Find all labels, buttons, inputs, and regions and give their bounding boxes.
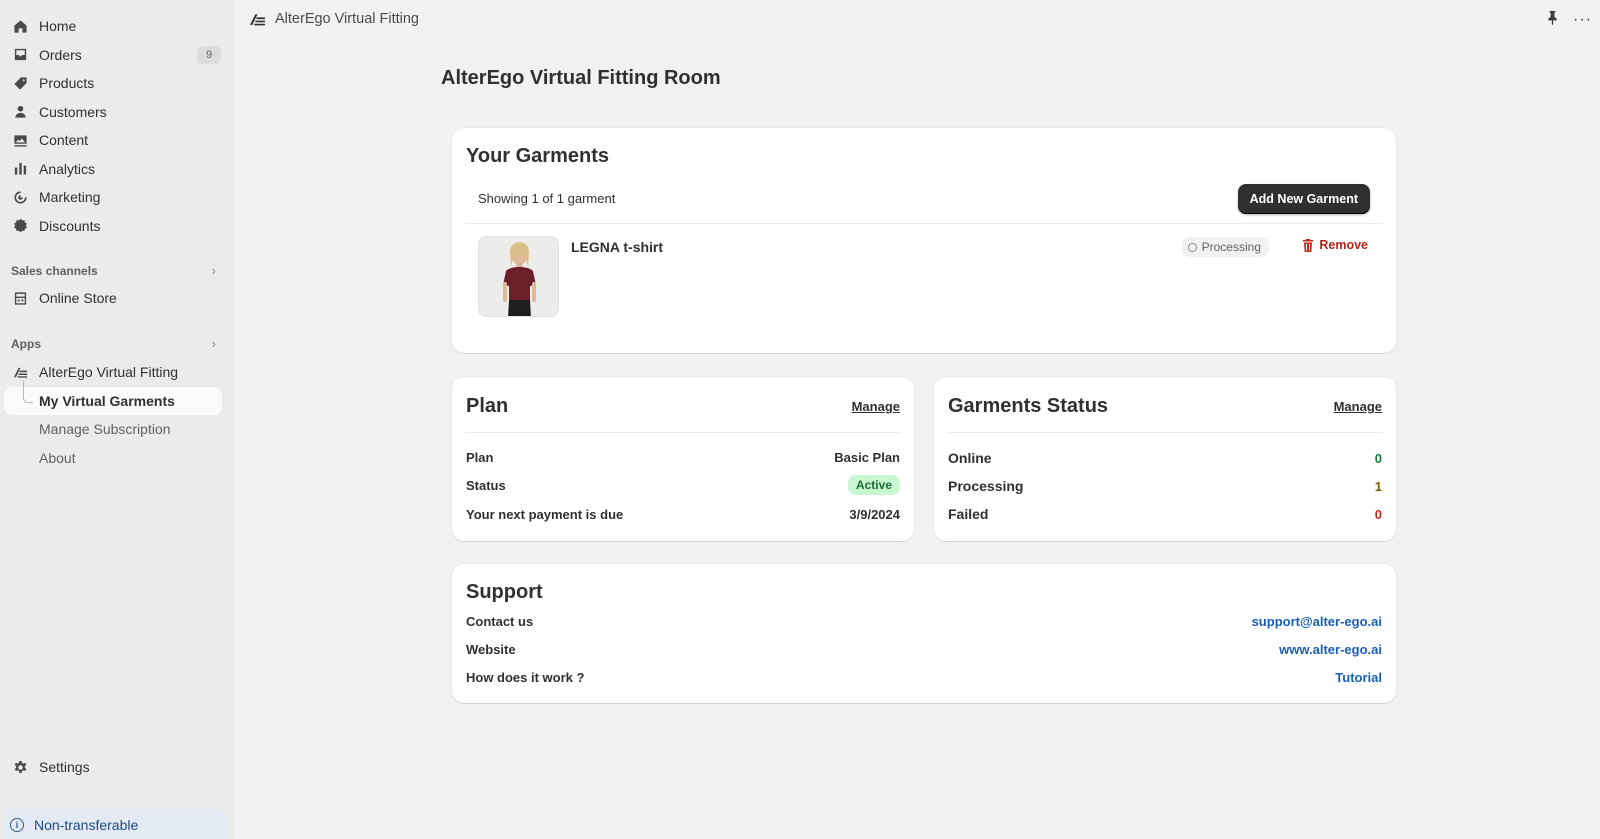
sidebar-item-label: Analytics — [39, 160, 96, 177]
active-status-badge: Active — [847, 475, 900, 495]
chevron-right-icon: › — [211, 263, 216, 278]
sidebar-item-online-store[interactable]: Online Store — [0, 284, 233, 313]
garments-card: Your Garments Showing 1 of 1 garment Add… — [452, 128, 1396, 353]
sidebar-item-content[interactable]: Content — [0, 126, 233, 155]
sidebar-item-label: Marketing — [39, 189, 101, 206]
sales-channels-heading[interactable]: Sales channels › — [11, 263, 216, 278]
support-card: Support Contact us support@alter-ego.ai … — [452, 564, 1396, 703]
sidebar-item-label: Content — [39, 132, 89, 149]
sidebar-item-settings[interactable]: Settings — [12, 759, 90, 775]
bar-chart-icon — [12, 161, 28, 177]
garment-name[interactable]: LEGNA t-shirt — [571, 239, 663, 255]
plan-row: Plan Basic Plan — [466, 450, 900, 465]
tutorial-row: How does it work ? Tutorial — [466, 670, 1382, 685]
online-row: Online 0 — [948, 450, 1382, 466]
website-link[interactable]: www.alter-ego.ai — [1279, 642, 1382, 657]
failed-row: Failed 0 — [948, 506, 1382, 522]
spinner-ring-icon — [1187, 242, 1197, 252]
plan-card-title: Plan — [466, 395, 509, 417]
discount-icon — [12, 218, 28, 234]
info-icon: i — [10, 818, 24, 832]
garments-status-header: Garments Status Manage — [948, 395, 1382, 418]
sidebar-item-customers[interactable]: Customers — [0, 98, 233, 127]
next-payment-row: Your next payment is due 3/9/2024 — [466, 507, 900, 522]
processing-status-badge: Processing — [1181, 237, 1269, 257]
sidebar-item-discounts[interactable]: Discounts — [0, 212, 233, 241]
garment-row: LEGNA t-shirt Processing Remove — [478, 236, 1368, 318]
sidebar-item-my-virtual-garments[interactable]: My Virtual Garments — [4, 380, 222, 415]
non-transferable-banner[interactable]: i Non-transferable — [4, 809, 225, 839]
sidebar-item-label: Customers — [39, 103, 107, 120]
garments-status-card: Garments Status Manage Online 0 Processi… — [934, 377, 1396, 541]
garments-card-title: Your Garments — [466, 145, 609, 167]
sidebar-item-alterego-app[interactable]: AlterEgo Virtual Fitting — [0, 358, 233, 387]
garment-thumbnail[interactable] — [478, 236, 559, 317]
sidebar-item-about[interactable]: About — [0, 444, 233, 473]
pin-icon[interactable] — [1546, 10, 1559, 30]
store-icon — [12, 290, 28, 306]
chevron-right-icon: › — [211, 336, 216, 351]
plan-card: Plan Manage Plan Basic Plan Status Activ… — [452, 377, 914, 541]
divider — [466, 223, 1382, 224]
plan-manage-link[interactable]: Manage — [852, 399, 900, 414]
add-new-garment-button[interactable]: Add New Garment — [1237, 184, 1370, 214]
sidebar-item-home[interactable]: Home — [0, 12, 233, 41]
divider — [466, 432, 900, 433]
target-icon — [12, 189, 28, 205]
support-email-link[interactable]: support@alter-ego.ai — [1252, 614, 1382, 629]
orders-count-badge: 9 — [197, 45, 221, 64]
garments-status-title: Garments Status — [948, 395, 1109, 417]
contact-row: Contact us support@alter-ego.ai — [466, 614, 1382, 629]
inbox-icon — [12, 47, 28, 63]
sidebar-item-label: AlterEgo Virtual Fitting — [39, 364, 179, 381]
alterego-logo-icon — [248, 12, 266, 26]
sidebar-item-label: Discounts — [39, 217, 101, 234]
apps-list: AlterEgo Virtual Fitting My Virtual Garm… — [0, 358, 233, 472]
home-icon — [12, 18, 28, 34]
sidebar-item-products[interactable]: Products — [0, 69, 233, 98]
gear-icon — [12, 759, 28, 775]
sidebar-item-analytics[interactable]: Analytics — [0, 155, 233, 184]
plan-card-header: Plan Manage — [466, 395, 900, 418]
person-icon — [12, 104, 28, 120]
garments-count-text: Showing 1 of 1 garment — [478, 191, 616, 206]
sidebar-item-label: Online Store — [39, 290, 117, 307]
support-card-title: Support — [466, 581, 543, 603]
sidebar-item-orders[interactable]: Orders 9 — [0, 41, 233, 70]
sidebar-item-manage-subscription[interactable]: Manage Subscription — [0, 415, 233, 444]
sidebar-item-label: Orders — [39, 46, 82, 63]
app-top-bar: AlterEgo Virtual Fitting ··· — [233, 0, 1600, 38]
sidebar-item-label: Settings — [39, 759, 90, 775]
more-options-icon[interactable]: ··· — [1573, 12, 1592, 28]
remove-garment-button[interactable]: Remove — [1302, 238, 1368, 252]
tree-connector — [23, 380, 33, 403]
apps-heading[interactable]: Apps › — [11, 336, 216, 351]
alterego-logo-icon — [12, 364, 28, 380]
sidebar-item-label: Home — [39, 18, 77, 35]
website-row: Website www.alter-ego.ai — [466, 642, 1382, 657]
processing-row: Processing 1 — [948, 478, 1382, 494]
tag-icon — [12, 75, 28, 91]
page-title: AlterEgo Virtual Fitting Room — [441, 67, 721, 89]
main-nav: Home Orders 9 Products Customers Content… — [0, 12, 233, 240]
status-manage-link[interactable]: Manage — [1334, 399, 1382, 414]
sidebar: Home Orders 9 Products Customers Content… — [0, 0, 233, 839]
image-icon — [12, 132, 28, 148]
status-row: Status Active — [466, 475, 900, 495]
app-title: AlterEgo Virtual Fitting — [275, 11, 419, 27]
sidebar-item-label: Products — [39, 75, 95, 92]
top-actions: ··· — [1546, 10, 1592, 30]
trash-icon — [1303, 238, 1314, 252]
sidebar-item-marketing[interactable]: Marketing — [0, 183, 233, 212]
divider — [948, 432, 1382, 433]
tutorial-link[interactable]: Tutorial — [1335, 670, 1382, 685]
